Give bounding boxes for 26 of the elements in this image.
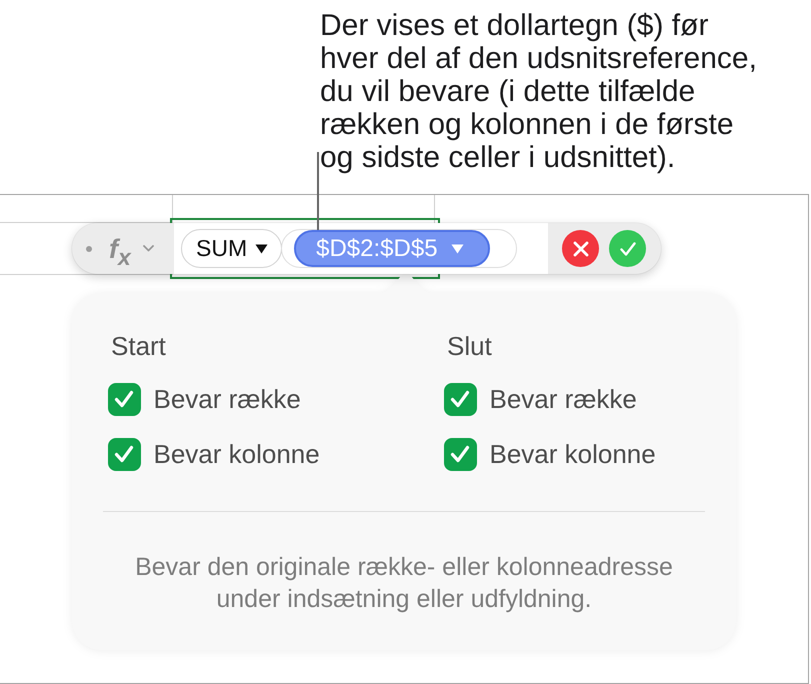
column-heading: Start [110,330,166,362]
description-text: Bevar den originale række- eller kolonneadresse under indsætning eller udfyldning. [134,552,674,614]
checkmark-icon [450,390,470,408]
checkbox[interactable] [444,438,476,470]
column-heading: Slut [446,330,492,362]
checkmark-icon [620,240,636,256]
confirm-button[interactable] [609,230,646,267]
checkbox[interactable] [108,438,140,470]
cancel-button[interactable] [562,230,599,267]
chevron-icon [142,245,154,252]
checkbox[interactable] [444,382,476,416]
checkbox-label: Bevar række [154,383,301,415]
checkbox-label: Bevar kolonne [490,438,656,470]
callout-text: Der vises et dollartegn ($) før hver del af den udsnitsreference, du vil bevare (i dette tilfælde rækken og kolonnen i de første og sidste celler i udsnittet). [320,9,758,174]
dot-icon [86,246,92,252]
checkbox[interactable] [108,382,140,416]
caret-icon [255,244,268,254]
formula-field[interactable]: SUM $D$2:$D$5 [174,223,548,274]
checkbox-label: Bevar række [490,383,637,415]
checkmark-icon [114,390,134,408]
checkmark-icon [114,445,134,463]
checkbox-label: Bevar kolonne [154,438,320,470]
caret-icon [450,244,464,254]
close-icon [572,240,588,256]
function-token[interactable]: SUM [181,229,282,268]
checkmark-icon [450,445,470,463]
